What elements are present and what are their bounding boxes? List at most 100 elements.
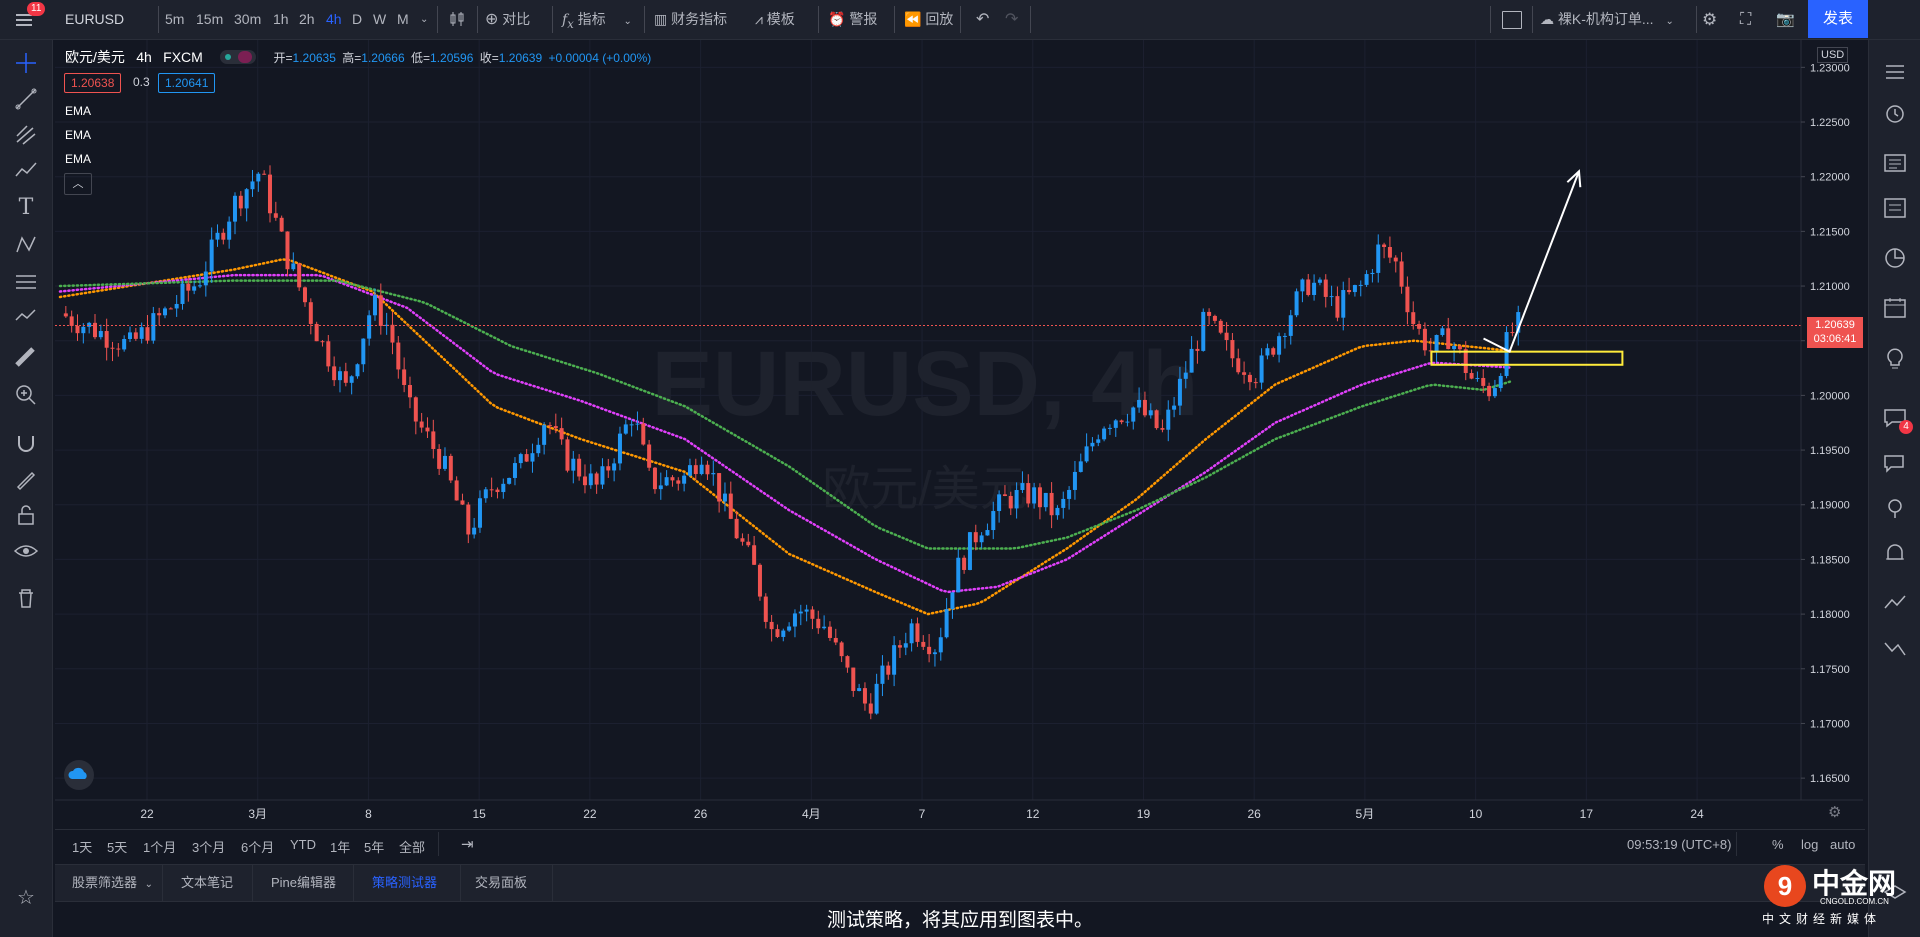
candle-body[interactable] [215,232,220,240]
candle-body[interactable] [477,498,482,528]
candle-body[interactable] [110,347,115,349]
candle-body[interactable] [938,637,943,653]
interval-4h[interactable]: 4h [326,0,342,39]
candle-body[interactable] [1370,272,1375,275]
interval-15m[interactable]: 15m [196,0,223,39]
watchlist-icon[interactable] [1882,60,1908,86]
candle-body[interactable] [880,665,885,684]
candle-body[interactable] [1364,274,1369,285]
candle-body[interactable] [682,475,687,484]
candle-body[interactable] [734,518,739,539]
candle-body[interactable] [203,271,208,286]
candle-body[interactable] [1096,439,1101,443]
candle-body[interactable] [1387,247,1392,258]
candle-body[interactable] [705,464,710,475]
support-zone-rectangle[interactable] [1430,350,1624,366]
candle-body[interactable] [180,283,185,304]
candle-body[interactable] [1125,421,1130,423]
candle-body[interactable] [787,626,792,631]
candle-body[interactable] [1090,442,1095,447]
time-axis[interactable]: 22 3月 8 15 22 26 4月 7 12 19 26 5月 10 17 24 [140,807,1704,821]
interval-d[interactable]: D [352,0,362,39]
candle-body[interactable] [1037,487,1042,508]
candle-body[interactable] [98,331,103,338]
candle-body[interactable] [157,313,162,316]
candle-body[interactable] [1224,332,1229,341]
candle-body[interactable] [728,493,733,519]
candle-body[interactable] [1382,244,1387,248]
candle-body[interactable] [1271,348,1276,355]
candle-body[interactable] [1008,495,1013,509]
candle-body[interactable] [1201,311,1206,351]
candle-body[interactable] [851,667,856,691]
candle-body[interactable] [1352,285,1357,293]
crosshair-icon[interactable] [13,50,39,76]
candle-body[interactable] [822,626,827,629]
tab-pine-editor[interactable]: Pine编辑器 [271,865,336,901]
tab-strategy-tester[interactable]: 策略测试器 [372,865,437,901]
pattern-icon[interactable] [13,232,39,258]
candle-body[interactable] [133,332,138,339]
candle-body[interactable] [1329,296,1334,298]
candle-body[interactable] [151,313,156,341]
chevron-down-icon[interactable]: ⌄ [420,0,428,39]
legend-pair[interactable]: 欧元/美元 [65,49,125,65]
candle-body[interactable] [1411,312,1416,325]
candle-body[interactable] [1323,279,1328,297]
candle-body[interactable] [1032,487,1037,504]
candle-body[interactable] [332,366,337,381]
eye-icon[interactable] [13,538,39,564]
candle-body[interactable] [92,322,97,338]
candle-body[interactable] [617,433,622,464]
candle-body[interactable] [1061,498,1066,508]
candle-body[interactable] [623,424,628,434]
candle-body[interactable] [1002,494,1007,496]
candle-body[interactable] [460,500,465,505]
interval-1h[interactable]: 1h [273,0,289,39]
candle-body[interactable] [1457,346,1462,350]
layout-menu[interactable]: ☁ 裸K-机构订单... ⌄ [1540,0,1674,39]
candle-body[interactable] [524,454,529,462]
candle-body[interactable] [664,477,669,486]
candle-body[interactable] [752,545,757,565]
candle-body[interactable] [1376,244,1381,273]
candle-body[interactable] [903,643,908,648]
candle-body[interactable] [174,303,179,309]
candle-body[interactable] [921,641,926,647]
zoom-in-icon[interactable] [13,382,39,408]
brush-icon[interactable] [13,158,39,184]
candle-body[interactable] [711,473,716,475]
news-icon[interactable] [1882,150,1908,176]
range-ytd[interactable]: YTD [290,837,316,852]
candle-body[interactable] [810,609,815,619]
candle-body[interactable] [956,557,961,593]
candle-body[interactable] [1084,446,1089,462]
candle-body[interactable] [862,688,867,704]
candle-body[interactable] [232,195,237,222]
candle-body[interactable] [512,463,517,478]
candle-body[interactable] [740,538,745,542]
candle-body[interactable] [361,338,366,365]
candle-body[interactable] [267,174,272,214]
candle-body[interactable] [1510,332,1515,334]
ema-legend-3[interactable]: EMA [65,152,91,166]
candle-body[interactable] [588,473,593,486]
candle-body[interactable] [495,489,500,493]
percent-scale-toggle[interactable]: % [1772,837,1784,852]
alarm-clock-icon[interactable] [1882,100,1908,126]
candle-body[interactable] [1212,315,1217,321]
candle-body[interactable] [991,511,996,531]
candle-body[interactable] [489,489,494,491]
candle-body[interactable] [69,316,74,326]
price-axis[interactable]: 1.230001.225001.220001.215001.210001.205… [1801,62,1850,785]
candle-body[interactable] [1142,399,1147,416]
time-axis-settings-icon[interactable]: ⚙ [1828,803,1841,821]
candle-body[interactable] [337,371,342,381]
candle-body[interactable] [1492,388,1497,397]
redo-icon[interactable]: ↷ [1005,0,1018,39]
candle-body[interactable] [454,480,459,501]
candle-body[interactable] [874,683,879,714]
clock-time[interactable]: 09:53:19 (UTC+8) [1627,837,1731,852]
tab-trading-panel[interactable]: 交易面板 [475,865,527,901]
range-1m[interactable]: 1个月 [143,837,176,856]
